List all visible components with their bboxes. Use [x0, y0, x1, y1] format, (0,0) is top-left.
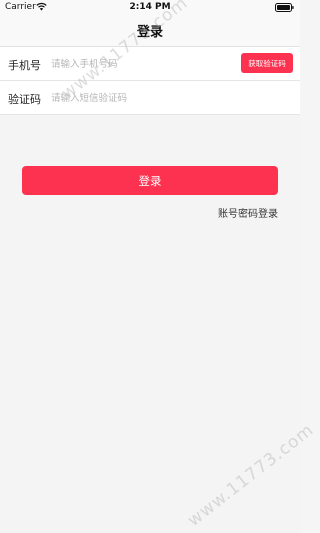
- login-screen: Carrier 2:14 PM 登录 手机号 获取验证码 验证码 登录 账号密码…: [0, 0, 318, 533]
- get-code-button[interactable]: 获取验证码: [241, 53, 293, 73]
- login-form: 手机号 获取验证码 验证码: [0, 47, 300, 115]
- battery-icon: [275, 3, 294, 12]
- clock: 2:14 PM: [129, 2, 171, 12]
- phone-input[interactable]: [51, 56, 231, 72]
- code-input[interactable]: [51, 90, 291, 106]
- phone-row: 手机号 获取验证码: [0, 47, 300, 81]
- phone-label: 手机号: [8, 59, 41, 72]
- code-row: 验证码: [0, 81, 300, 115]
- watermark: www.11773.com: [184, 419, 318, 531]
- password-login-link[interactable]: 账号密码登录: [218, 205, 278, 220]
- code-label: 验证码: [8, 93, 41, 106]
- status-bar: Carrier 2:14 PM: [0, 0, 300, 15]
- login-button[interactable]: 登录: [22, 166, 278, 195]
